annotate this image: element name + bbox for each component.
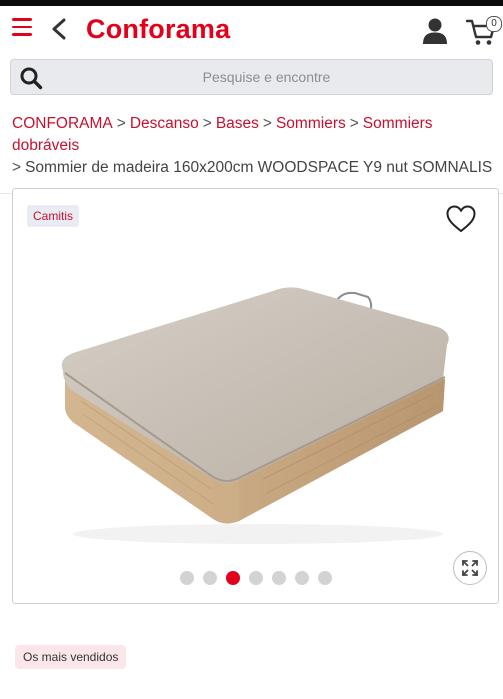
chevron-left-icon[interactable]	[50, 18, 68, 40]
search-bar[interactable]	[10, 59, 493, 95]
breadcrumb-link-descanso[interactable]: Descanso	[130, 115, 199, 132]
search-bar-container	[0, 50, 503, 95]
hamburger-menu-icon[interactable]	[12, 18, 32, 36]
breadcrumb: CONFORAMA > Descanso > Bases > Sommiers > Sommie…	[12, 113, 495, 179]
breadcrumb-link-sommiers[interactable]: Sommiers	[276, 115, 346, 132]
carousel-dot[interactable]	[202, 571, 217, 585]
breadcrumb-link-conforama[interactable]: CONFORAMA	[12, 115, 113, 132]
heart-icon[interactable]	[446, 205, 476, 233]
carousel-dot[interactable]	[294, 571, 309, 585]
carousel-dot[interactable]	[248, 571, 263, 585]
conforama-logo[interactable]: Conforama	[86, 14, 230, 45]
carousel-dot[interactable]	[179, 571, 194, 585]
search-icon[interactable]	[19, 66, 43, 90]
breadcrumb-separator: >	[12, 159, 22, 176]
user-icon[interactable]	[423, 18, 447, 44]
breadcrumb-link-bases[interactable]: Bases	[216, 115, 259, 132]
breadcrumb-separator: >	[349, 115, 359, 132]
cart-count-badge: 0	[486, 16, 502, 32]
carousel-dot[interactable]	[271, 571, 286, 585]
breadcrumb-current-page: Sommier de madeira 160x200cm WOODSPACE Y…	[25, 159, 493, 176]
breadcrumb-separator: >	[116, 115, 126, 132]
search-input[interactable]	[51, 60, 482, 94]
carousel-dot[interactable]	[225, 571, 240, 585]
bestseller-badge: Os mais vendidos	[15, 645, 127, 669]
expand-arrows-icon[interactable]	[453, 551, 487, 585]
breadcrumb-separator: >	[262, 115, 272, 132]
brand-badge[interactable]: Camitis	[27, 205, 80, 227]
product-image[interactable]	[43, 279, 463, 549]
image-carousel-dots	[13, 571, 498, 585]
product-image-gallery: Camitis	[12, 188, 499, 604]
carousel-dot[interactable]	[317, 571, 332, 585]
breadcrumb-separator: >	[202, 115, 212, 132]
app-header: Conforama 0	[0, 6, 503, 50]
